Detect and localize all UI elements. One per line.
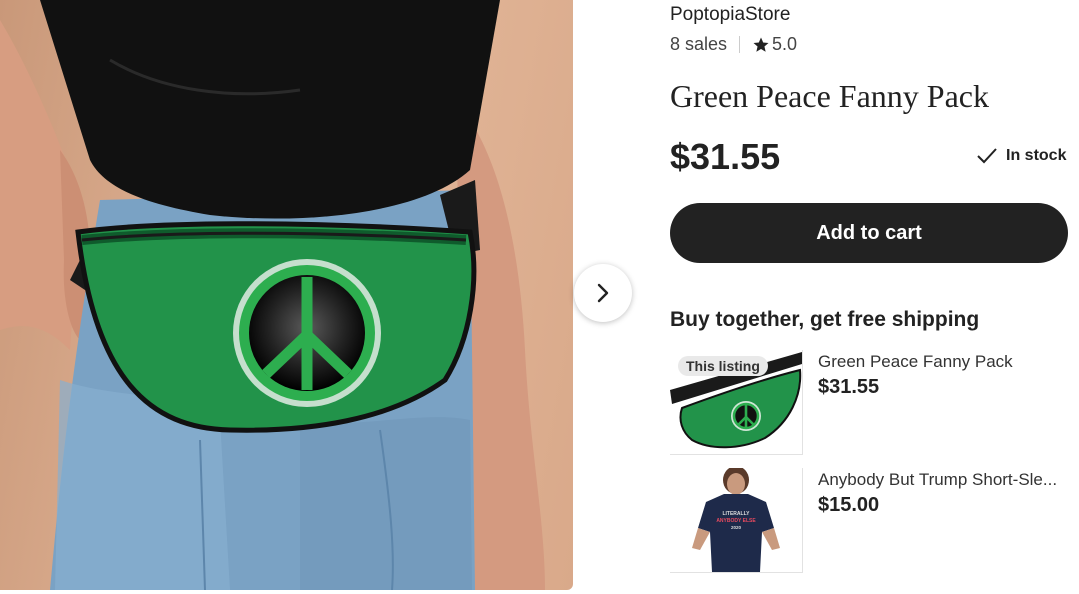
this-listing-badge: This listing [678,356,768,376]
star-icon [752,36,770,54]
tshirt-thumbnail-image: LITERALLY ANYBODY ELSE 2020 [670,468,802,572]
product-title: Green Peace Fanny Pack [670,78,989,114]
shop-meta: 8 sales 5.0 [670,34,797,55]
add-to-cart-button[interactable]: Add to cart [670,203,1068,263]
bundle-thumbnail: LITERALLY ANYBODY ELSE 2020 [670,468,803,573]
bundle-item-tshirt[interactable]: LITERALLY ANYBODY ELSE 2020 Anybody But … [670,468,1070,573]
bundle-item-price: $15.00 [818,494,880,516]
shop-name-link[interactable]: PoptopiaStore [670,4,790,26]
next-image-button[interactable] [574,264,632,322]
stock-status: In stock [976,146,1066,166]
sales-count: 8 sales [670,34,728,54]
shop-rating: 5.0 [772,34,798,54]
product-price: $31.55 [670,136,781,177]
meta-divider [739,36,741,53]
bundle-item-name: Anybody But Trump Short-Sle... [818,470,1058,489]
bundle-thumbnail: This listing [670,350,803,455]
chevron-right-icon [597,283,609,303]
fanny-pack-photo [0,0,545,590]
bundle-item-name: Green Peace Fanny Pack [818,352,1013,371]
bundle-item-this-listing[interactable]: This listing Green Peace Fanny Pack $31.… [670,350,1070,455]
product-main-image[interactable] [0,0,573,590]
shirt-text-line-2: ANYBODY ELSE [716,518,756,524]
check-icon [977,148,997,164]
bundle-item-price: $31.55 [818,376,880,398]
shirt-text-line-3: 2020 [731,525,742,530]
stock-label: In stock [1006,147,1067,164]
shirt-text-line-1: LITERALLY [722,511,750,517]
bundle-heading: Buy together, get free shipping [670,308,980,331]
